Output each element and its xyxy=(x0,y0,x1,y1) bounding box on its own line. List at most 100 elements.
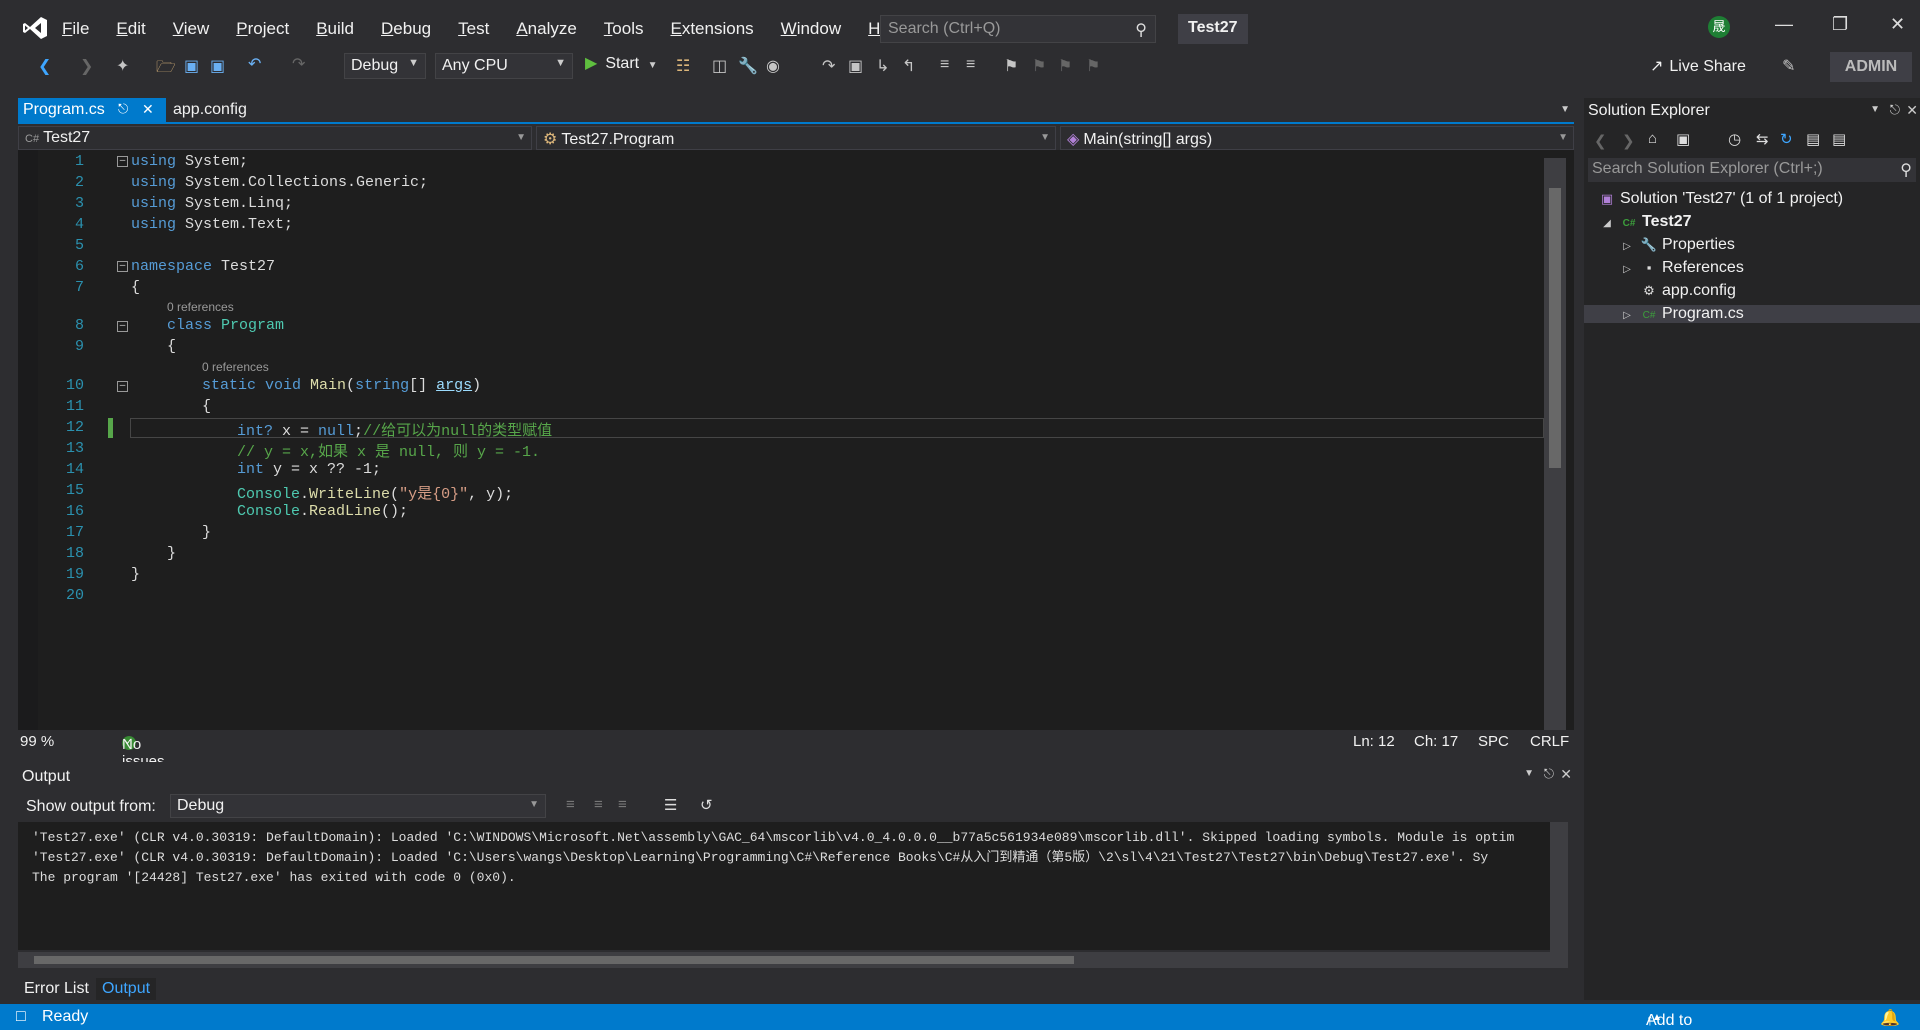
codelens-references[interactable]: 0 references xyxy=(202,360,269,374)
step-out-icon[interactable]: ↰ xyxy=(902,56,915,76)
restore-icon[interactable]: ❐ xyxy=(1832,14,1848,35)
platform-dropdown[interactable]: Any CPU ▼ xyxy=(435,53,573,79)
chevron-down-icon[interactable]: ▼ xyxy=(1524,768,1534,779)
chevron-down-icon[interactable]: ▼ xyxy=(1870,104,1880,115)
new-project-icon[interactable]: ✦ xyxy=(116,56,129,76)
next-bookmark-icon[interactable]: ⚑ xyxy=(1058,56,1072,76)
menu-window[interactable]: Window xyxy=(781,19,841,39)
collapse-icon[interactable]: – xyxy=(117,261,128,272)
find-in-files-icon[interactable]: ☷ xyxy=(676,56,690,76)
forward-icon[interactable]: ❯ xyxy=(1622,132,1635,150)
project-dropdown[interactable]: C# Test27 ▼ xyxy=(18,126,532,150)
home-icon[interactable]: ⌂ xyxy=(1648,130,1657,147)
close-tab-icon[interactable]: ✕ xyxy=(142,101,154,118)
solution-search-input[interactable]: Search Solution Explorer (Ctrl+;) ⚲ xyxy=(1588,158,1916,182)
pending-changes-icon[interactable]: ◷ xyxy=(1728,130,1741,148)
collapse-icon[interactable]: – xyxy=(117,381,128,392)
outdent-icon[interactable]: ≡ xyxy=(966,56,975,74)
tree-item-app-config[interactable]: ⚙ app.config xyxy=(1618,282,1736,300)
line-number: 12 xyxy=(65,419,84,436)
tree-item-program-cs[interactable]: ▷ C# Program.cs xyxy=(1584,305,1920,323)
output-horizontal-scrollbar[interactable] xyxy=(18,952,1550,968)
menu-analyze[interactable]: Analyze xyxy=(516,19,576,39)
word-wrap-icon[interactable]: ↺ xyxy=(700,796,713,814)
camera-icon[interactable]: ◉ xyxy=(766,56,780,76)
prev-message-icon[interactable]: ≡ xyxy=(594,796,603,813)
pin-icon[interactable]: ⎋ xyxy=(118,101,128,117)
output-text[interactable]: 'Test27.exe' (CLR v4.0.30319: DefaultDom… xyxy=(18,822,1550,950)
undo-icon[interactable]: ↶ xyxy=(248,54,261,74)
menu-test[interactable]: Test xyxy=(458,19,489,39)
prev-bookmark-icon[interactable]: ⚑ xyxy=(1032,56,1046,76)
minimize-icon[interactable]: — xyxy=(1775,14,1793,35)
show-all-files-icon[interactable]: ▤ xyxy=(1832,130,1846,148)
line-ending[interactable]: CRLF xyxy=(1530,733,1569,750)
tree-item-references[interactable]: ▷ ▪ References xyxy=(1618,259,1744,277)
menu-edit[interactable]: Edit xyxy=(116,19,145,39)
screen-icon[interactable]: ◫ xyxy=(712,56,727,76)
tab-overflow-icon[interactable]: ▼ xyxy=(1560,104,1570,115)
save-all-icon[interactable]: ▣ xyxy=(210,56,225,76)
editor-vertical-scrollbar[interactable] xyxy=(1544,158,1566,730)
tab-app-config[interactable]: app.config xyxy=(168,98,252,124)
notifications-icon[interactable]: 🔔 xyxy=(1880,1008,1900,1028)
tree-solution[interactable]: ▣ Solution 'Test27' (1 of 1 project) xyxy=(1598,190,1843,208)
switch-views-icon[interactable]: ▣ xyxy=(1676,130,1690,148)
tab-error-list[interactable]: Error List xyxy=(18,978,95,1000)
menu-project[interactable]: Project xyxy=(236,19,289,39)
bookmark-icon[interactable]: ⚑ xyxy=(1004,56,1018,76)
collapse-icon[interactable]: – xyxy=(117,156,128,167)
pin-icon[interactable]: ⎋ xyxy=(1544,766,1554,782)
close-icon[interactable]: ✕ xyxy=(1890,14,1905,35)
redo-icon[interactable]: ↷ xyxy=(292,54,305,74)
member-dropdown[interactable]: ◈ Main(string[] args) ▼ xyxy=(1060,126,1574,150)
codelens-references[interactable]: 0 references xyxy=(167,300,234,314)
type-dropdown[interactable]: ⚙ Test27.Program ▼ xyxy=(536,126,1056,150)
tree-project[interactable]: ◢ C# Test27 xyxy=(1598,213,1691,231)
user-avatar[interactable]: 晟 xyxy=(1708,16,1730,38)
back-icon[interactable]: ❮ xyxy=(38,56,51,76)
save-icon[interactable]: ▣ xyxy=(184,56,199,76)
indent-mode[interactable]: SPC xyxy=(1478,733,1509,750)
menu-build[interactable]: Build xyxy=(316,19,354,39)
scrollbar-thumb[interactable] xyxy=(1549,188,1561,468)
collapse-icon[interactable]: – xyxy=(117,321,128,332)
step-into-icon[interactable]: ↳ xyxy=(876,56,889,76)
step-over-icon[interactable]: ↷ xyxy=(822,56,835,76)
back-icon[interactable]: ❮ xyxy=(1594,132,1607,150)
tree-item-properties[interactable]: ▷ 🔧 Properties xyxy=(1618,236,1735,254)
scrollbar-thumb[interactable] xyxy=(34,956,1074,964)
menu-tools[interactable]: Tools xyxy=(604,19,644,39)
clear-all-icon[interactable]: ☰ xyxy=(664,796,677,814)
tab-output[interactable]: Output xyxy=(96,978,157,1000)
configuration-dropdown[interactable]: Debug ▼ xyxy=(344,53,426,79)
menu-file[interactable]: File xyxy=(62,19,89,39)
clear-bookmarks-icon[interactable]: ⚑ xyxy=(1086,56,1100,76)
indent-icon[interactable]: ≡ xyxy=(940,56,949,74)
search-input[interactable]: Search (Ctrl+Q) ⚲ xyxy=(880,15,1156,43)
sync-icon[interactable]: ⇆ xyxy=(1756,130,1769,148)
refresh-icon[interactable]: ↻ xyxy=(1780,130,1793,148)
next-message-icon[interactable]: ≡ xyxy=(618,796,627,813)
live-share-button[interactable]: ↗ Live Share xyxy=(1650,56,1746,76)
menu-view[interactable]: View xyxy=(173,19,210,39)
pin-icon[interactable]: ⎋ xyxy=(1890,102,1900,118)
snapshot-icon[interactable]: ▣ xyxy=(848,56,863,76)
forward-icon[interactable]: ❯ xyxy=(80,56,93,76)
zoom-level[interactable]: 99 % xyxy=(20,733,54,750)
output-vertical-scrollbar[interactable] xyxy=(1550,822,1568,968)
find-message-icon[interactable]: ≡ xyxy=(566,796,575,813)
wrench-icon[interactable]: 🔧 xyxy=(738,56,758,76)
collapse-all-icon[interactable]: ▤ xyxy=(1806,130,1820,148)
close-icon[interactable]: ✕ xyxy=(1560,766,1572,783)
menu-extensions[interactable]: Extensions xyxy=(670,19,753,39)
document-tabs: Program.cs ⎋ ✕ app.config ▼ xyxy=(18,98,1574,124)
menu-debug[interactable]: Debug xyxy=(381,19,431,39)
close-icon[interactable]: ✕ xyxy=(1906,102,1918,119)
output-source-dropdown[interactable]: Debug ▼ xyxy=(170,794,546,818)
admin-badge[interactable]: ADMIN xyxy=(1830,52,1912,82)
open-file-icon[interactable]: 🗁 xyxy=(156,56,176,83)
start-button[interactable]: ▶ Start ▼ xyxy=(585,53,657,73)
tab-program-cs[interactable]: Program.cs ⎋ ✕ xyxy=(18,98,166,124)
feedback-icon[interactable]: ✎ xyxy=(1782,56,1795,76)
